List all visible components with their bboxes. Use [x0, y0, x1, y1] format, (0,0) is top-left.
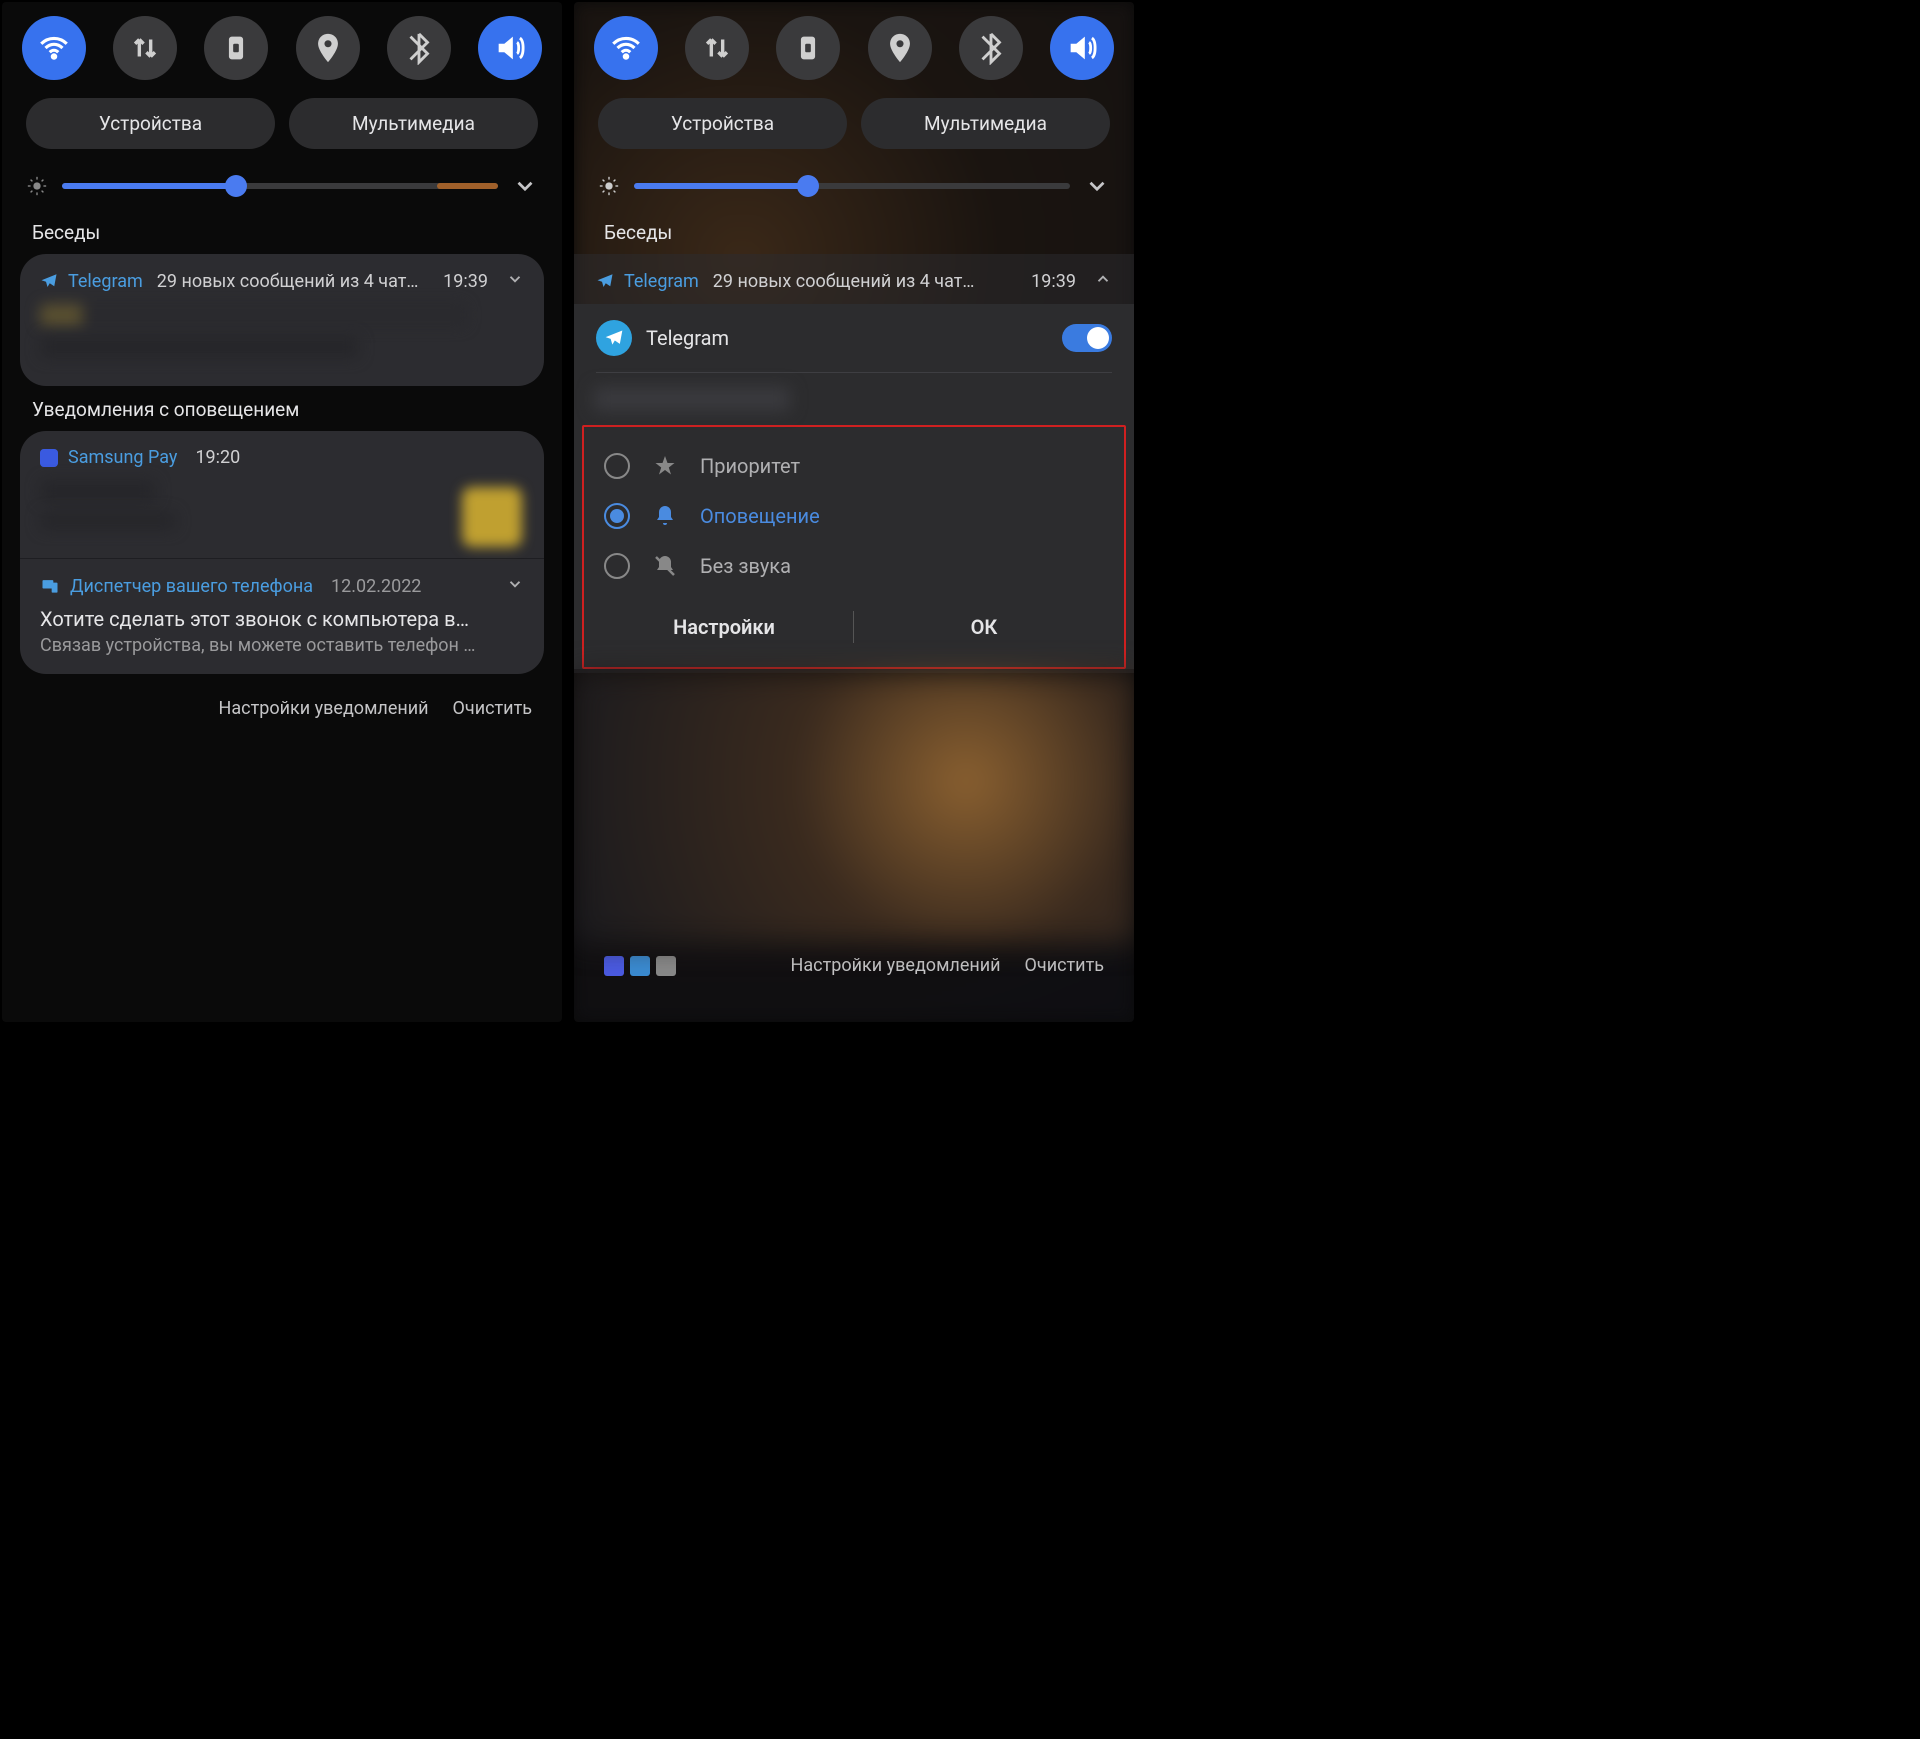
- phone-link-icon: [630, 956, 650, 976]
- expand-icon[interactable]: [506, 575, 524, 597]
- bell-icon: [652, 504, 678, 528]
- settings-button[interactable]: Настройки: [594, 601, 854, 653]
- radio-unchecked-icon: [604, 553, 630, 579]
- expand-icon[interactable]: [506, 270, 524, 292]
- notification-content-redacted: [20, 304, 544, 386]
- status-icons: [604, 956, 676, 976]
- data-swap-toggle[interactable]: [685, 16, 749, 80]
- ok-button[interactable]: ОК: [854, 601, 1114, 653]
- notification-settings-link[interactable]: Настройки уведомлений: [791, 955, 1001, 976]
- devices-pill[interactable]: Устройства: [26, 98, 275, 149]
- notification-settings-link[interactable]: Настройки уведомлений: [219, 698, 429, 719]
- app-name: Samsung Pay: [68, 447, 177, 468]
- notification-content-redacted: [20, 480, 544, 558]
- app-name: Telegram: [68, 271, 143, 292]
- notification-time: 19:39: [443, 271, 488, 292]
- quick-settings-row: [574, 2, 1134, 90]
- wifi-toggle[interactable]: [22, 16, 86, 80]
- notifications-master-switch[interactable]: [1062, 324, 1112, 352]
- media-pill[interactable]: Мультимедиа: [289, 98, 538, 149]
- brightness-row: [574, 167, 1134, 221]
- notification-channel-panel: Telegram Приоритет Оповещение: [574, 304, 1134, 669]
- blurred-notifications: [574, 673, 1134, 943]
- lock-rotation-toggle[interactable]: [776, 16, 840, 80]
- notification-subtitle: Связав устройства, вы можете оставить те…: [40, 635, 524, 656]
- screen-right-notification-shade: Устройства Мультимедиа Беседы Telegram 2…: [574, 2, 1134, 1022]
- telegram-icon: [596, 272, 614, 290]
- shade-footer: Настройки уведомлений Очистить: [574, 943, 1134, 988]
- section-alerting: Уведомления с оповещением: [2, 398, 562, 431]
- brightness-icon: [26, 175, 48, 197]
- qs-pill-row: Устройства Мультимедиа: [2, 90, 562, 167]
- collapse-icon[interactable]: [1094, 270, 1112, 292]
- devices-pill[interactable]: Устройства: [598, 98, 847, 149]
- telegram-expanded-card: Telegram 29 новых сообщений из 4 чат… 19…: [574, 254, 1134, 673]
- notification-date: 12.02.2022: [331, 576, 421, 597]
- location-toggle[interactable]: [868, 16, 932, 80]
- shade-footer: Настройки уведомлений Очистить: [2, 686, 562, 731]
- section-conversations: Беседы: [2, 221, 562, 254]
- bell-off-icon: [652, 554, 678, 578]
- clear-all-button[interactable]: Очистить: [1025, 955, 1104, 976]
- samsung-pay-icon: [40, 449, 58, 467]
- app-title: Telegram: [646, 326, 1048, 350]
- notification-summary: 29 новых сообщений из 4 чат…: [713, 271, 1013, 292]
- qs-pill-row: Устройства Мультимедиа: [574, 90, 1134, 167]
- notification-summary: 29 новых сообщений из 4 чат…: [157, 271, 425, 292]
- bluetooth-toggle[interactable]: [387, 16, 451, 80]
- brightness-row: [2, 167, 562, 221]
- bluetooth-toggle[interactable]: [959, 16, 1023, 80]
- lock-rotation-toggle[interactable]: [204, 16, 268, 80]
- brightness-icon: [598, 175, 620, 197]
- importance-options-highlighted: Приоритет Оповещение Без звука Настройки…: [582, 425, 1126, 669]
- notification-thumbnail: [462, 487, 522, 547]
- telegram-icon: [40, 272, 58, 290]
- option-label: Оповещение: [700, 504, 820, 528]
- option-priority[interactable]: Приоритет: [594, 441, 1114, 491]
- screen-left-notification-shade: Устройства Мультимедиа Беседы Telegram 2…: [2, 2, 562, 1022]
- option-silent[interactable]: Без звука: [594, 541, 1114, 591]
- notification-time: 19:20: [195, 447, 240, 468]
- samsung-pay-card[interactable]: Samsung Pay 19:20 Диспетчер вашего телеф…: [20, 431, 544, 674]
- clear-all-button[interactable]: Очистить: [453, 698, 532, 719]
- star-icon: [652, 454, 678, 478]
- radio-checked-icon: [604, 503, 630, 529]
- app-name: Telegram: [624, 271, 699, 292]
- wifi-toggle[interactable]: [594, 16, 658, 80]
- option-alert[interactable]: Оповещение: [594, 491, 1114, 541]
- channel-name-redacted: [594, 387, 790, 411]
- quick-settings-row: [2, 2, 562, 90]
- option-label: Без звука: [700, 554, 791, 578]
- your-phone-icon: [40, 576, 60, 596]
- media-pill[interactable]: Мультимедиа: [861, 98, 1110, 149]
- telegram-circle-icon: [596, 320, 632, 356]
- option-label: Приоритет: [700, 454, 800, 478]
- notification-title: Хотите сделать этот звонок с компьютера …: [40, 607, 524, 631]
- sound-toggle[interactable]: [1050, 16, 1114, 80]
- brightness-slider[interactable]: [62, 183, 498, 189]
- brightness-slider[interactable]: [634, 183, 1070, 189]
- sound-toggle[interactable]: [478, 16, 542, 80]
- app-name: Диспетчер вашего телефона: [70, 576, 313, 597]
- image-icon: [656, 956, 676, 976]
- notification-time: 19:39: [1031, 271, 1076, 292]
- brightness-expand-icon[interactable]: [1084, 173, 1110, 199]
- radio-unchecked-icon: [604, 453, 630, 479]
- pay-icon: [604, 956, 624, 976]
- section-conversations: Беседы: [574, 221, 1134, 254]
- data-swap-toggle[interactable]: [113, 16, 177, 80]
- telegram-notification-card[interactable]: Telegram 29 новых сообщений из 4 чат… 19…: [20, 254, 544, 386]
- brightness-expand-icon[interactable]: [512, 173, 538, 199]
- location-toggle[interactable]: [296, 16, 360, 80]
